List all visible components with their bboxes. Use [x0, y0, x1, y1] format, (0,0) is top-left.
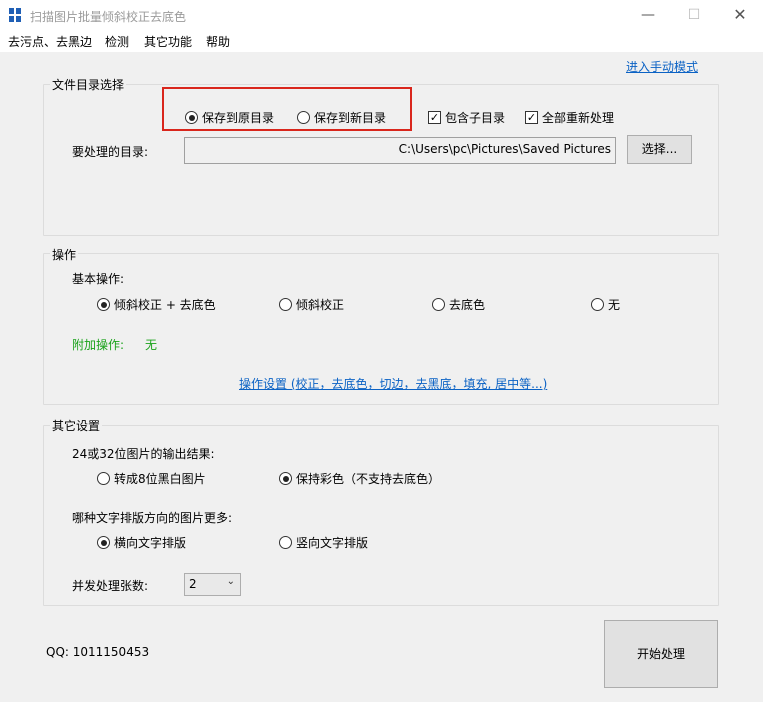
minimize-icon[interactable]: —	[625, 0, 671, 30]
save-to-original-radio[interactable]: 保存到原目录	[185, 109, 274, 126]
other-settings-group-title: 其它设置	[50, 417, 103, 434]
qq-contact: QQ: 1011150453	[46, 645, 150, 659]
window-title: 扫描图片批量倾斜校正去底色	[30, 10, 187, 24]
file-dir-group-title: 文件目录选择	[50, 76, 127, 93]
radio-dot-icon	[591, 298, 604, 311]
direction-horizontal-radio[interactable]: 横向文字排版	[97, 534, 186, 551]
radio-dot-icon	[432, 298, 445, 311]
reprocess-all-label: 全部重新处理	[542, 111, 615, 125]
save-to-new-radio[interactable]: 保存到新目录	[297, 109, 386, 126]
include-subdirs-label: 包含子目录	[445, 111, 506, 125]
dir-path-field[interactable]: C:\Users\pc\Pictures\Saved Pictures	[184, 137, 616, 164]
radio-dot-selected-icon	[185, 111, 198, 124]
concurrency-value: 2	[189, 577, 197, 591]
op-deskew-label: 倾斜校正	[296, 298, 345, 312]
direction-vertical-label: 竖向文字排版	[296, 536, 369, 550]
menu-item-other-functions[interactable]: 其它功能	[144, 33, 192, 50]
op-none-label: 无	[608, 298, 621, 312]
direction-vertical-radio[interactable]: 竖向文字排版	[279, 534, 368, 551]
maximize-icon[interactable]: ☐	[671, 0, 717, 30]
output-8bit-radio[interactable]: 转成8位黑白图片	[97, 470, 206, 487]
reprocess-all-checkbox[interactable]: ✓ 全部重新处理	[525, 109, 614, 126]
menu-item-help[interactable]: 帮助	[206, 33, 230, 50]
save-to-original-label: 保存到原目录	[202, 111, 275, 125]
include-subdirs-checkbox[interactable]: ✓ 包含子目录	[428, 109, 505, 126]
op-deskew-and-bg-label: 倾斜校正 + 去底色	[114, 298, 216, 312]
start-processing-button[interactable]: 开始处理	[604, 620, 718, 688]
menu-item-cleanup[interactable]: 去污点、去黑边	[8, 33, 92, 50]
dir-label: 要处理的目录:	[72, 145, 149, 159]
radio-dot-icon	[97, 472, 110, 485]
output-keep-color-label: 保持彩色（不支持去底色）	[296, 472, 441, 486]
output-8bit-label: 转成8位黑白图片	[114, 472, 206, 486]
checkmark-icon: ✓	[525, 111, 538, 124]
app-logo-icon	[9, 8, 23, 22]
operation-settings-link[interactable]: 操作设置 (校正，去底色，切边，去黑底，填充, 居中等...)	[239, 375, 547, 392]
operation-group-title: 操作	[50, 246, 79, 263]
chevron-down-icon: ⌄	[226, 576, 235, 587]
manual-mode-link[interactable]: 进入手动模式	[626, 58, 698, 75]
radio-dot-icon	[297, 111, 310, 124]
title-bar: 扫描图片批量倾斜校正去底色 — ☐ ✕	[0, 0, 763, 30]
op-remove-bg-radio[interactable]: 去底色	[432, 296, 485, 313]
concurrency-label: 并发处理张数:	[72, 579, 149, 593]
concurrency-select[interactable]: 2 ⌄	[184, 573, 241, 596]
radio-dot-selected-icon	[279, 472, 292, 485]
radio-dot-selected-icon	[97, 536, 110, 549]
op-deskew-and-bg-radio[interactable]: 倾斜校正 + 去底色	[97, 296, 216, 313]
op-deskew-radio[interactable]: 倾斜校正	[279, 296, 344, 313]
op-none-radio[interactable]: 无	[591, 296, 620, 313]
checkmark-icon: ✓	[428, 111, 441, 124]
basic-operation-label: 基本操作:	[72, 272, 125, 286]
extra-operation-value: 无	[145, 338, 158, 352]
save-to-new-label: 保存到新目录	[314, 111, 387, 125]
direction-horizontal-label: 横向文字排版	[114, 536, 187, 550]
choose-dir-button[interactable]: 选择...	[627, 135, 692, 164]
radio-dot-icon	[279, 536, 292, 549]
radio-dot-selected-icon	[97, 298, 110, 311]
output-keep-color-radio[interactable]: 保持彩色（不支持去底色）	[279, 470, 440, 487]
text-direction-label: 哪种文字排版方向的图片更多:	[72, 511, 233, 525]
extra-operation-label: 附加操作:	[72, 338, 125, 352]
radio-dot-icon	[279, 298, 292, 311]
output-result-label: 24或32位图片的输出结果:	[72, 447, 215, 461]
menu-bar: 去污点、去黑边 检测 其它功能 帮助	[0, 30, 763, 52]
op-remove-bg-label: 去底色	[449, 298, 486, 312]
menu-item-detect[interactable]: 检测	[105, 33, 129, 50]
close-icon[interactable]: ✕	[717, 0, 763, 30]
